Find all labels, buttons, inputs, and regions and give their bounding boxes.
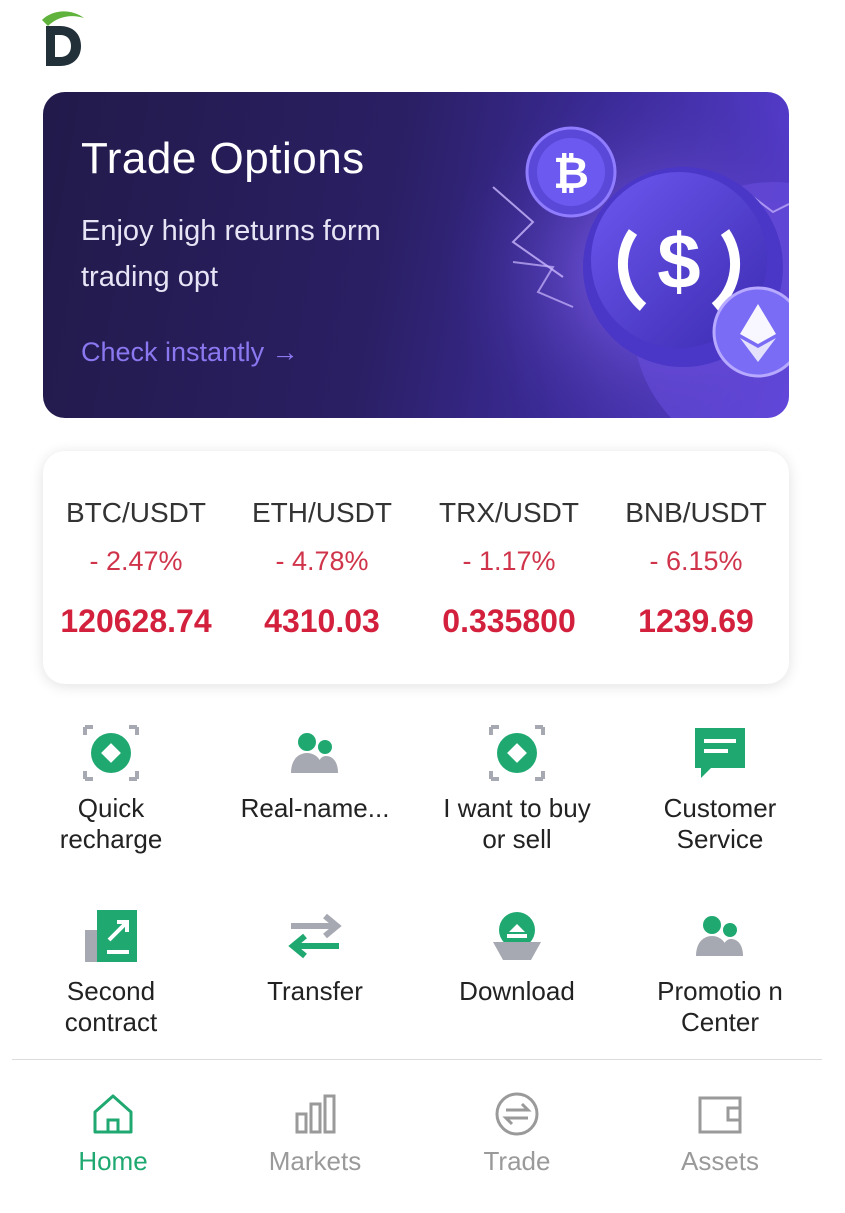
ticker-item-bnb[interactable]: BNB/USDT - 6.15% 1239.69 [603, 451, 789, 684]
shortcut-real-name[interactable]: Real-name... [214, 725, 416, 824]
shortcut-label: Customer Service [663, 793, 777, 854]
shortcut-buy-sell[interactable]: I want to buy or sell [416, 725, 618, 855]
bar-chart-icon [295, 1094, 336, 1134]
shortcut-promotion-center[interactable]: Promotio n Center [619, 908, 821, 1038]
ticker-change: - 6.15% [649, 546, 743, 576]
banner-subtitle: Enjoy high returns form trading opt [81, 215, 381, 293]
shortcut-quick-recharge[interactable]: Quick recharge [10, 725, 212, 855]
users-icon [291, 733, 338, 773]
shortcut-label: I want to buy or sell [443, 793, 591, 854]
shortcut-transfer[interactable]: Transfer [214, 908, 416, 1007]
transfer-arrows-icon [288, 913, 342, 959]
svg-text:$: $ [657, 217, 700, 305]
shortcut-download[interactable]: Download [416, 908, 618, 1007]
shortcut-label: Real-name... [240, 793, 390, 823]
ticker-pair: BNB/USDT [625, 497, 767, 528]
ticker-pair: ETH/USDT [252, 497, 392, 528]
ticker-price: 4310.03 [264, 603, 380, 639]
users-icon [696, 916, 743, 956]
chat-message-icon [695, 728, 745, 778]
trade-options-banner[interactable]: Trade Options Enjoy high returns form tr… [43, 92, 789, 418]
shortcut-label: Second contract [64, 976, 158, 1037]
shortcut-label: Transfer [267, 976, 363, 1006]
shortcut-label: Download [459, 976, 575, 1006]
ticker-pair: BTC/USDT [66, 497, 206, 528]
ticker-pair: TRX/USDT [439, 497, 579, 528]
nav-label: Trade [483, 1146, 551, 1176]
nav-label: Home [78, 1146, 148, 1176]
shortcut-label: Promotio n Center [657, 976, 783, 1037]
exchange-icon [495, 1092, 539, 1136]
ticker-price: 0.335800 [442, 603, 576, 639]
ticker-change: - 1.17% [462, 546, 556, 576]
banner-title: Trade Options [81, 134, 365, 183]
otc-trade-icon [489, 725, 545, 781]
check-instantly-link[interactable]: Check instantly → [81, 337, 299, 368]
ticker-item-trx[interactable]: TRX/USDT - 1.17% 0.335800 [416, 451, 602, 684]
bottom-nav-divider [12, 1059, 822, 1060]
shortcut-label: Quick recharge [59, 793, 163, 854]
contract-document-icon [85, 910, 137, 962]
app-home-screen: Trade Options Enjoy high returns form tr… [0, 0, 845, 1213]
ticker-change: - 2.47% [89, 546, 183, 576]
ticker-price: 1239.69 [638, 603, 754, 639]
ticker-item-btc[interactable]: BTC/USDT - 2.47% 120628.74 [43, 451, 229, 684]
home-icon [93, 1094, 133, 1134]
market-ticker-card: BTC/USDT - 2.47% 120628.74 ETH/USDT - 4.… [43, 451, 789, 684]
shortcut-customer-service[interactable]: Customer Service [619, 725, 821, 855]
app-logo [42, 11, 84, 66]
nav-home[interactable]: Home [12, 1090, 214, 1177]
ticker-price: 120628.74 [60, 603, 212, 639]
nav-label: Markets [268, 1146, 362, 1176]
nav-label: Assets [680, 1146, 760, 1176]
nav-trade[interactable]: Trade [416, 1090, 618, 1177]
shortcut-second-contract[interactable]: Second contract [10, 908, 212, 1038]
crypto-coins-illustration: $ ₿ [443, 92, 789, 418]
download-icon [493, 912, 541, 960]
wallet-icon [698, 1096, 742, 1134]
svg-text:₿: ₿ [553, 149, 589, 198]
quick-recharge-icon [83, 725, 139, 781]
ticker-item-eth[interactable]: ETH/USDT - 4.78% 4310.03 [229, 451, 415, 684]
nav-assets[interactable]: Assets [619, 1090, 821, 1177]
ticker-change: - 4.78% [275, 546, 369, 576]
nav-markets[interactable]: Markets [214, 1090, 416, 1177]
